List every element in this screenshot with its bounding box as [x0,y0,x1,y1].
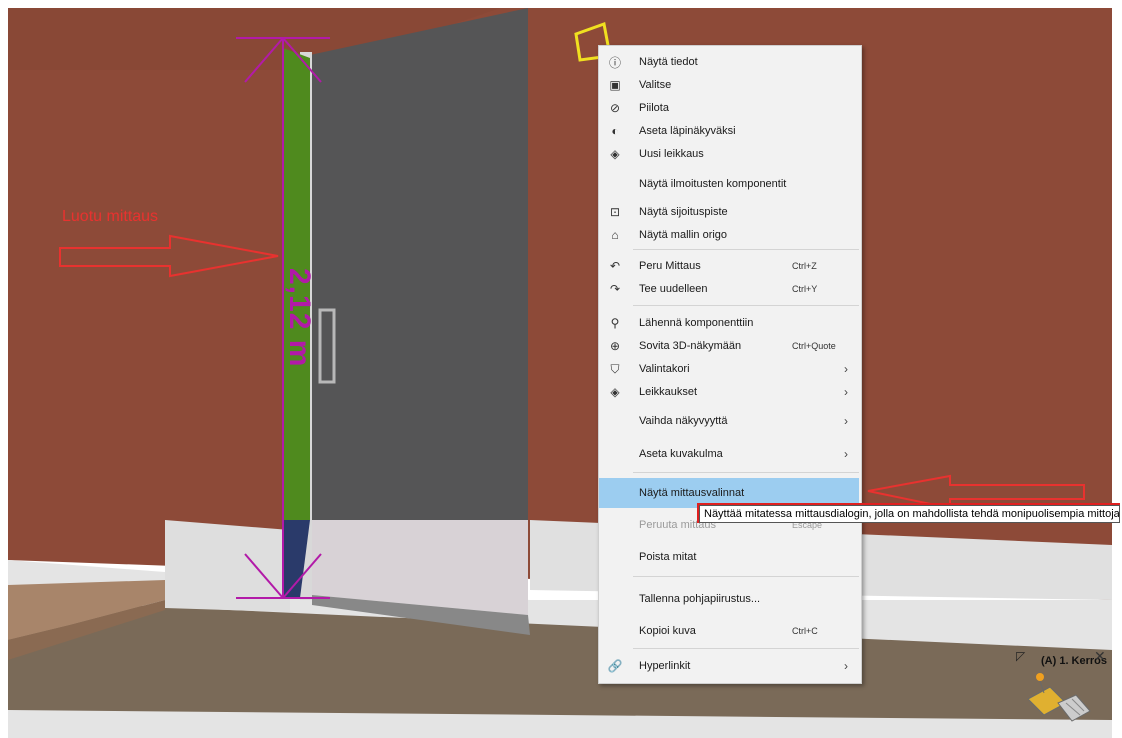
section-icon: ◈ [610,147,620,161]
menu-item-redo[interactable]: ↷ Tee uudelleen Ctrl+Y [599,278,861,300]
menu-item-set-transparent[interactable]: ◐ Aseta läpinäkyväksi [599,120,861,142]
undo-icon: ↶ [609,259,621,273]
menu-item-undo[interactable]: ↶ Peru Mittaus Ctrl+Z [599,255,861,277]
zoom-fit-icon: ⊕ [609,339,621,353]
chevron-right-icon: › [844,447,848,461]
annotation-label: Luotu mittaus [62,208,159,225]
3d-scene [8,8,1112,738]
menu-item-zoom-to-component[interactable]: ⚲ Lähennä komponenttiin [599,312,861,334]
redo-icon: ↷ [609,282,621,296]
hide-icon: ⊘ [609,101,621,115]
menu-separator [633,576,859,577]
origin-icon: ⌂ [611,228,619,242]
menu-item-selection-basket[interactable]: ⛉ Valintakori › [599,358,861,380]
sections-icon: ◈ [610,385,620,399]
menu-separator [633,249,859,250]
zoom-icon: ⚲ [610,316,620,330]
info-icon: ⓘ [608,55,621,70]
tooltip: Näyttää mitatessa mittausdialogin, jolla… [699,505,1120,523]
dimension-label: 2,12 m [283,268,316,368]
insertion-point-icon: ⊡ [609,205,621,219]
menu-item-new-section[interactable]: ◈ Uusi leikkaus [599,143,861,165]
menu-item-delete-dimensions[interactable]: Poista mitat [599,546,861,568]
close-icon[interactable]: ✕ [1094,648,1106,665]
menu-item-hyperlinks[interactable]: 🔗 Hyperlinkit › [599,655,861,677]
menu-item-fit-3d-view[interactable]: ⊕ Sovita 3D-näkymään Ctrl+Quote [599,335,861,357]
chevron-right-icon: › [844,362,848,376]
select-icon: ▣ [609,78,621,92]
menu-item-show-notification-components[interactable]: Näytä ilmoitusten komponentit [599,173,861,195]
door [310,8,528,540]
menu-item-change-visibility[interactable]: Vaihda näkyvyyttä › [599,410,861,432]
link-icon: 🔗 [607,659,623,673]
chevron-right-icon: › [844,414,848,428]
floor-plan-icon [1027,673,1091,722]
chevron-right-icon: › [844,659,848,673]
menu-separator [633,648,859,649]
context-menu: ⓘ Näytä tiedot ▣ Valitse ⊘ Piilota ◐ Aseta l… [598,45,862,684]
menu-item-show-insertion-point[interactable]: ⊡ Näytä sijoituspiste [599,201,861,223]
menu-separator [633,472,859,473]
menu-item-save-floor-plan[interactable]: Tallenna pohjapiirustus... [599,588,861,610]
flag-icon: ◸ [1016,649,1026,663]
3d-viewport[interactable]: Luotu mittaus 2,12 m [0,0,1122,738]
chevron-right-icon: › [844,385,848,399]
menu-separator [633,305,859,306]
menu-item-select[interactable]: ▣ Valitse [599,74,861,96]
floor-widget[interactable]: ◸ (A) 1. Kerros ✕ [1014,648,1122,729]
menu-item-show-model-origin[interactable]: ⌂ Näytä mallin origo [599,224,861,246]
menu-item-set-view-angle[interactable]: Aseta kuvakulma › [599,443,861,465]
menu-item-show-info[interactable]: ⓘ Näytä tiedot [599,51,861,73]
menu-item-copy-image[interactable]: Kopioi kuva Ctrl+C [599,620,861,642]
basket-icon: ⛉ [610,361,620,376]
menu-item-hide[interactable]: ⊘ Piilota [599,97,861,119]
menu-item-sections[interactable]: ◈ Leikkaukset › [599,381,861,403]
transparent-icon: ◐ [611,124,619,138]
